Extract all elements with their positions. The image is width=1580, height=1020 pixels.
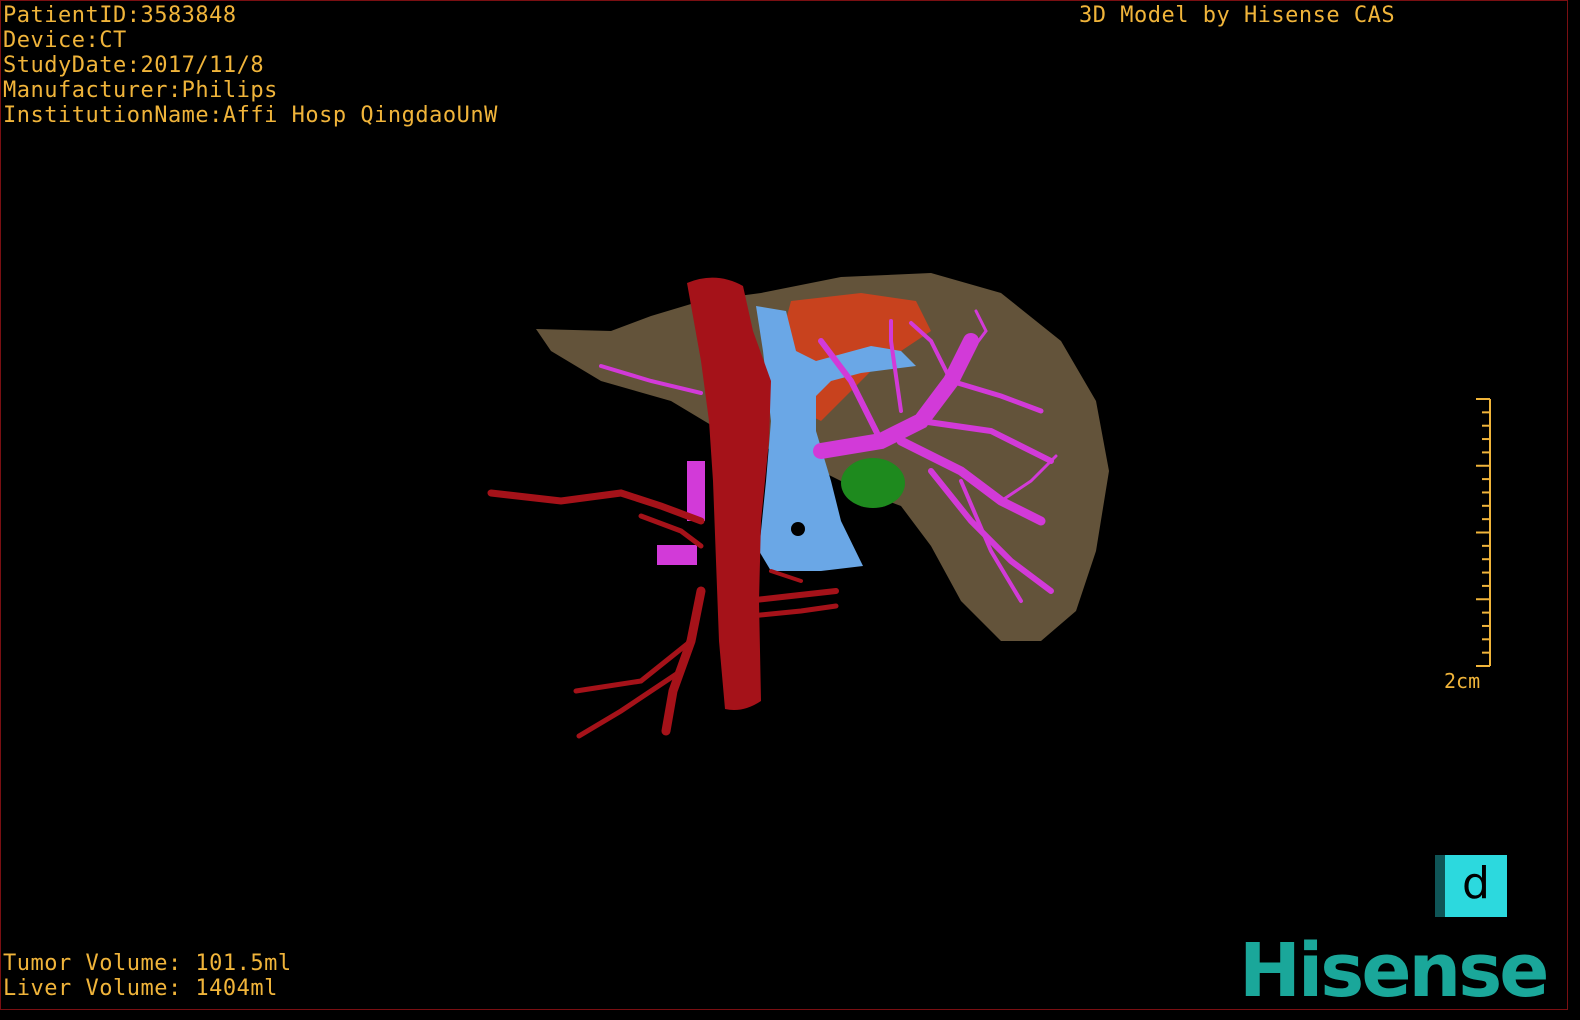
view-cube-shadow	[1435, 855, 1445, 917]
study-date: StudyDate:2017/11/8	[3, 53, 265, 78]
volume-stats: Tumor Volume: 101.5ml Liver Volume: 1404m…	[3, 951, 292, 1001]
model-credit: 3D Model by Hisense CAS	[1079, 3, 1396, 28]
portal-vein-stub	[687, 461, 705, 521]
view-cube-icon[interactable]: d	[1445, 855, 1507, 917]
patient-id: PatientID:3583848	[3, 3, 237, 28]
device: Device:CT	[3, 28, 127, 53]
tumor-volume: Tumor Volume: 101.5ml	[3, 951, 292, 976]
tumor[interactable]	[841, 458, 905, 508]
liver-volume: Liver Volume: 1404ml	[3, 976, 278, 1001]
vessel-lumen	[791, 522, 805, 536]
hisense-logo: Hisense	[1239, 928, 1549, 1010]
manufacturer: Manufacturer:Philips	[3, 78, 278, 103]
3d-viewport[interactable]: PatientID:3583848 Device:CT StudyDate:2017…	[0, 0, 1568, 1010]
scale-bar-label: 2cm	[1444, 669, 1481, 693]
liver-3d-model[interactable]	[1, 1, 1568, 1010]
dicom-info: PatientID:3583848 Device:CT StudyDate:2017…	[3, 3, 498, 128]
scale-bar	[1476, 398, 1491, 667]
portal-vein-stub	[657, 545, 697, 565]
institution-name: InstitutionName:Affi Hosp QingdaoUnW	[3, 103, 498, 128]
